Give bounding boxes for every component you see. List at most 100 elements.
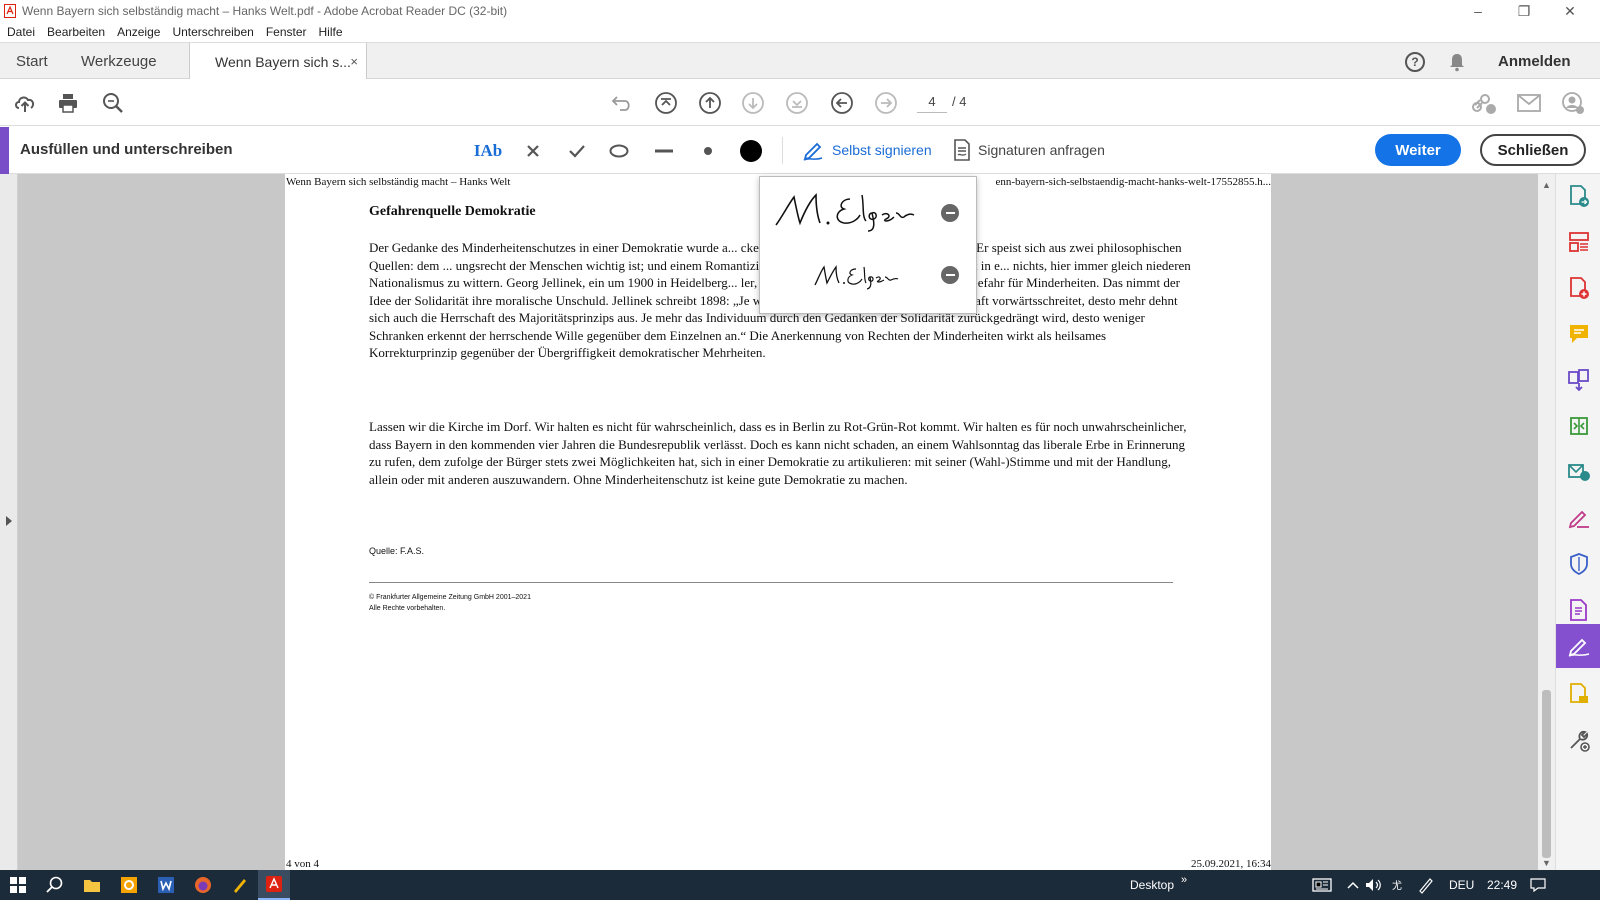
language-indicator[interactable]: DEU (1449, 878, 1474, 892)
clock[interactable]: 22:49 (1487, 878, 1517, 892)
self-sign-label: Selbst signieren (832, 142, 932, 158)
remove-initials-icon[interactable] (941, 266, 959, 284)
check-mark-icon[interactable] (564, 138, 590, 164)
bell-icon (1450, 53, 1464, 71)
fill-sign-accent (0, 127, 9, 174)
handwritten-initials (814, 265, 899, 290)
acrobat-taskbar-icon[interactable] (258, 870, 290, 900)
notification-center-icon[interactable] (1526, 874, 1550, 896)
export-pdf-icon[interactable] (1556, 178, 1600, 214)
page-total: / 4 (952, 94, 967, 109)
share-link-icon[interactable] (1471, 90, 1497, 116)
zoom-icon[interactable] (100, 90, 126, 116)
expand-pane-icon[interactable] (6, 516, 12, 526)
help-icon: ? (1405, 51, 1425, 72)
vertical-scrollbar[interactable]: ▲ ▼ (1538, 174, 1555, 870)
restore-button[interactable]: ❐ (1501, 0, 1547, 22)
more-tools-icon[interactable] (1556, 722, 1600, 758)
word-icon[interactable] (154, 874, 178, 896)
scroll-down-icon[interactable]: ▼ (1542, 858, 1551, 868)
sign-icon[interactable] (1556, 624, 1600, 668)
saved-signature-full[interactable] (760, 181, 978, 245)
cross-mark-icon[interactable] (520, 138, 546, 164)
undo-icon[interactable] (609, 90, 635, 116)
forward-icon[interactable] (873, 90, 899, 116)
tab-document[interactable]: Wenn Bayern sich s... × (189, 43, 367, 81)
protect-icon[interactable] (1556, 546, 1600, 582)
fill-sign-title: Ausfüllen und unterschreiben (20, 141, 233, 158)
sticky-notes-icon[interactable] (117, 874, 141, 896)
main-toolbar: 4 / 4 (0, 79, 1600, 126)
print-icon[interactable] (55, 90, 81, 116)
fill-sign-toolbar: Ausfüllen und unterschreiben IAb Selbst … (0, 127, 1600, 174)
request-signatures-button[interactable]: Signaturen anfragen (953, 139, 1105, 161)
pen-tray-icon[interactable] (1414, 874, 1438, 896)
windows-start-icon[interactable] (6, 874, 30, 896)
color-picker-icon[interactable] (738, 138, 764, 164)
menu-anzeige[interactable]: Anzeige (117, 25, 160, 39)
news-widget-icon[interactable] (1310, 874, 1334, 896)
page-header-url: enn-bayern-sich-selbstaendig-macht-hanks… (995, 176, 1271, 188)
page-footer-left: 4 von 4 (286, 858, 319, 870)
mail-icon[interactable] (1516, 90, 1542, 116)
back-icon[interactable] (829, 90, 855, 116)
menu-bearbeiten[interactable]: Bearbeiten (47, 25, 105, 39)
first-page-icon[interactable] (653, 90, 679, 116)
left-navigation-pane[interactable] (0, 174, 18, 870)
ellipse-tool-icon[interactable] (606, 138, 632, 164)
paragraph-2: Lassen wir die Kirche im Dorf. Wir halte… (369, 419, 1187, 487)
scrollbar-thumb[interactable] (1542, 690, 1551, 858)
menu-fenster[interactable]: Fenster (266, 25, 307, 39)
tab-bar: Start Werkzeuge Wenn Bayern sich s... × … (0, 42, 1600, 81)
account-icon[interactable] (1560, 90, 1586, 116)
notifications-button[interactable] (1448, 43, 1466, 80)
search-icon[interactable] (43, 874, 67, 896)
next-page-icon[interactable] (740, 90, 766, 116)
request-signatures-label: Signaturen anfragen (978, 142, 1105, 158)
saved-signature-initials[interactable] (760, 247, 978, 311)
file-explorer-icon[interactable] (80, 874, 104, 896)
line-tool-icon[interactable] (651, 138, 677, 164)
edit-pdf-icon[interactable] (1556, 592, 1600, 628)
pen-app-icon[interactable] (228, 874, 252, 896)
schliessen-button[interactable]: Schließen (1480, 134, 1586, 166)
weiter-button[interactable]: Weiter (1375, 134, 1461, 166)
menu-datei[interactable]: Datei (7, 25, 35, 39)
close-window-button[interactable]: ✕ (1547, 0, 1593, 22)
fill-sign-icon[interactable] (1556, 500, 1600, 536)
combine-icon[interactable] (1556, 362, 1600, 398)
comment-icon[interactable] (1556, 316, 1600, 352)
compress-icon[interactable] (1556, 408, 1600, 444)
send-icon[interactable] (1556, 454, 1600, 490)
minimize-button[interactable]: – (1455, 0, 1501, 22)
remove-signature-icon[interactable] (941, 204, 959, 222)
dot-tool-icon[interactable] (695, 138, 721, 164)
tab-close-icon[interactable]: × (350, 54, 358, 69)
scroll-up-icon[interactable]: ▲ (1542, 180, 1551, 190)
tab-werkzeuge[interactable]: Werkzeuge (81, 43, 157, 80)
firefox-icon[interactable] (191, 874, 215, 896)
volume-icon[interactable] (1362, 874, 1386, 896)
menu-bar: Datei Bearbeiten Anzeige Unterschreiben … (0, 22, 1600, 42)
upload-icon[interactable] (12, 90, 38, 116)
organize-pages-icon[interactable] (1556, 224, 1600, 260)
menu-hilfe[interactable]: Hilfe (319, 25, 343, 39)
request-icon[interactable] (1556, 676, 1600, 712)
signin-button[interactable]: Anmelden (1498, 43, 1571, 80)
pen-sign-icon (803, 142, 823, 161)
toolbar-divider (782, 137, 783, 164)
prev-page-icon[interactable] (697, 90, 723, 116)
ime-icon[interactable]: 尤 (1388, 874, 1412, 896)
tab-start[interactable]: Start (16, 43, 48, 80)
add-text-tool[interactable]: IAb (474, 138, 502, 164)
last-page-icon[interactable] (784, 90, 810, 116)
create-pdf-icon[interactable] (1556, 270, 1600, 306)
windows-taskbar: Desktop » 尤 DEU 22:49 (0, 870, 1600, 900)
self-sign-button[interactable]: Selbst signieren (802, 139, 932, 161)
desktop-label[interactable]: Desktop (1130, 878, 1174, 892)
desktop-chevron-icon[interactable]: » (1181, 874, 1187, 886)
help-button[interactable]: ? (1405, 43, 1425, 80)
page-number-input[interactable]: 4 (917, 91, 947, 113)
copyright-block: © Frankfurter Allgemeine Zeitung GmbH 20… (369, 592, 531, 614)
menu-unterschreiben[interactable]: Unterschreiben (172, 25, 253, 39)
